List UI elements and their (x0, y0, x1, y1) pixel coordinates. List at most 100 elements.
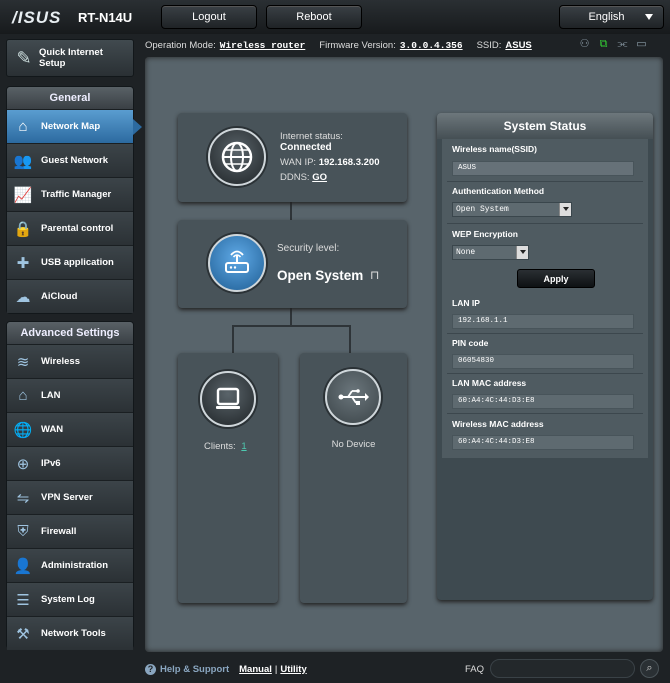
divider (447, 413, 643, 414)
ssid-input[interactable]: ASUS (452, 161, 634, 176)
network-people-icon[interactable]: ⚇ (578, 38, 591, 50)
utility-link[interactable]: Utility (280, 664, 306, 675)
faq-label: FAQ (465, 663, 485, 675)
divider (447, 223, 643, 224)
op-mode-label: Operation Mode: (145, 39, 216, 51)
sidebar-item-traffic-manager[interactable]: 📈 Traffic Manager (7, 177, 133, 211)
unlocked-icon: ⊓ (370, 268, 380, 282)
sidebar-item-wan[interactable]: 🌐 WAN (7, 412, 133, 446)
lan-mac-label: LAN MAC address (452, 378, 527, 388)
search-icon[interactable]: ⌕ (640, 659, 659, 678)
users-icon: 👥 (13, 152, 33, 170)
lock-icon: 🔒 (13, 220, 33, 238)
wifi-icon: ≋ (16, 353, 30, 371)
sidebar-item-label: System Log (41, 594, 95, 605)
chevron-down-icon (516, 246, 528, 259)
sidebar-item-firewall[interactable]: ⛨ Firewall (7, 514, 133, 548)
admin-user-icon: 👤 (13, 557, 33, 575)
usb-status-icon[interactable]: ⫘ (616, 38, 629, 50)
chevron-down-icon (559, 203, 571, 216)
firmware-link[interactable]: 3.0.0.4.356 (400, 40, 463, 51)
help-support-label: Help & Support (160, 663, 230, 675)
monitor-icon (200, 371, 256, 427)
general-menu: General ⌂ Network Map 👥 Guest Network 📈 … (6, 86, 142, 314)
usb-card[interactable]: No Device (300, 353, 407, 603)
help-icon: ? (145, 663, 156, 675)
advanced-settings-menu: Advanced Settings ≋ Wireless ⌂ LAN 🌐 WAN… (6, 321, 134, 650)
divider (447, 333, 643, 334)
sidebar-item-network-tools[interactable]: ⚒ Network Tools (7, 616, 133, 650)
sidebar-item-label: WAN (41, 424, 64, 435)
wep-encryption-value: None (456, 248, 476, 257)
sidebar-item-lan[interactable]: ⌂ LAN (7, 378, 133, 412)
sidebar-item-network-map[interactable]: ⌂ Network Map (7, 109, 142, 143)
sidebar-item-administration[interactable]: 👤 Administration (7, 548, 133, 582)
divider (447, 373, 643, 374)
security-level-label: Security level: (277, 243, 340, 254)
chevron-down-icon (645, 14, 653, 20)
connector-line (349, 325, 351, 353)
connector-line (290, 202, 292, 220)
logout-button[interactable]: Logout (161, 5, 257, 29)
divider (447, 181, 643, 182)
printer-status-icon[interactable]: ▭ (635, 38, 648, 50)
system-status-panel: System Status Wireless name(SSID) ASUS A… (437, 113, 653, 600)
faq-search-input[interactable] (490, 659, 635, 678)
reboot-button[interactable]: Reboot (266, 5, 362, 29)
wep-encryption-select[interactable]: None (452, 245, 529, 260)
clients-row: Clients: 1 (204, 441, 247, 452)
sidebar-item-label: Parental control (41, 223, 114, 234)
sidebar-item-usb-application[interactable]: ✚ USB application (7, 245, 133, 279)
sidebar-item-wireless[interactable]: ≋ Wireless (7, 344, 133, 378)
general-title: General (7, 87, 133, 109)
wand-icon: ✎ (16, 47, 32, 68)
network-map-icon: ⌂ (18, 118, 28, 135)
lan-mac-value: 60:A4:4C:44:D3:E8 (452, 394, 634, 409)
language-select[interactable]: English (559, 5, 664, 29)
quick-internet-setup-button[interactable]: ✎ Quick Internet Setup (6, 39, 134, 77)
shield-icon: ⛨ (17, 523, 29, 540)
lan-ip-label: LAN IP (452, 298, 480, 308)
sidebar-item-guest-network[interactable]: 👥 Guest Network (7, 143, 133, 177)
auth-method-value: Open System (456, 205, 509, 214)
router-icon (208, 234, 266, 292)
wan-ip-value: 192.168.3.200 (318, 157, 380, 168)
apply-button[interactable]: Apply (517, 269, 595, 288)
connector-line (290, 308, 292, 326)
manual-link[interactable]: Manual (239, 664, 272, 675)
sidebar-item-parental-control[interactable]: 🔒 Parental control (7, 211, 133, 245)
internet-status-card[interactable]: Internet status: Connected WAN IP: 192.1… (178, 113, 407, 202)
quick-setup-label: Quick Internet Setup (39, 47, 103, 69)
wan-ip-row: WAN IP: 192.168.3.200 (280, 157, 379, 168)
sidebar-item-label: Traffic Manager (41, 189, 112, 200)
sidebar-item-label: Guest Network (41, 155, 109, 166)
op-mode-link[interactable]: Wireless router (220, 40, 306, 51)
language-value: English (588, 11, 625, 23)
globe-icon: 🌐 (13, 421, 33, 439)
ddns-label: DDNS: (280, 172, 310, 183)
sidebar-item-label: VPN Server (41, 492, 93, 503)
sidebar-item-vpn-server[interactable]: ⇋ VPN Server (7, 480, 133, 514)
wireless-mac-label: Wireless MAC address (452, 419, 544, 429)
chart-icon: 📈 (13, 186, 33, 204)
pin-code-value: 06054830 (452, 354, 634, 369)
auth-method-select[interactable]: Open System (452, 202, 572, 217)
clients-card[interactable]: Clients: 1 (178, 353, 278, 603)
clients-count-link[interactable]: 1 (241, 441, 246, 452)
ddns-go-link[interactable]: GO (312, 172, 327, 183)
tools-icon: ⚒ (16, 625, 30, 643)
sidebar-item-system-log[interactable]: ☰ System Log (7, 582, 133, 616)
connector-line (232, 325, 234, 353)
sidebar-item-ipv6[interactable]: ⊕ IPv6 (7, 446, 133, 480)
router-security-card[interactable]: Security level: Open System ⊓ (178, 220, 407, 308)
lan-info-section: LAN IP 192.168.1.1 PIN code 06054830 LAN… (442, 293, 648, 458)
wireless-mac-value: 60:A4:4C:44:D3:E8 (452, 435, 634, 450)
footer-divider: | (274, 663, 278, 675)
wifi-status-icon[interactable]: ⧉ (597, 38, 610, 50)
sidebar-item-label: Wireless (41, 356, 80, 367)
wep-encryption-label: WEP Encryption (452, 229, 518, 239)
sidebar-item-aicloud[interactable]: ☁ AiCloud (7, 279, 133, 313)
ssid-link[interactable]: ASUS (505, 40, 531, 51)
ipv6-icon: ⊕ (16, 455, 30, 473)
home-icon: ⌂ (18, 387, 28, 404)
